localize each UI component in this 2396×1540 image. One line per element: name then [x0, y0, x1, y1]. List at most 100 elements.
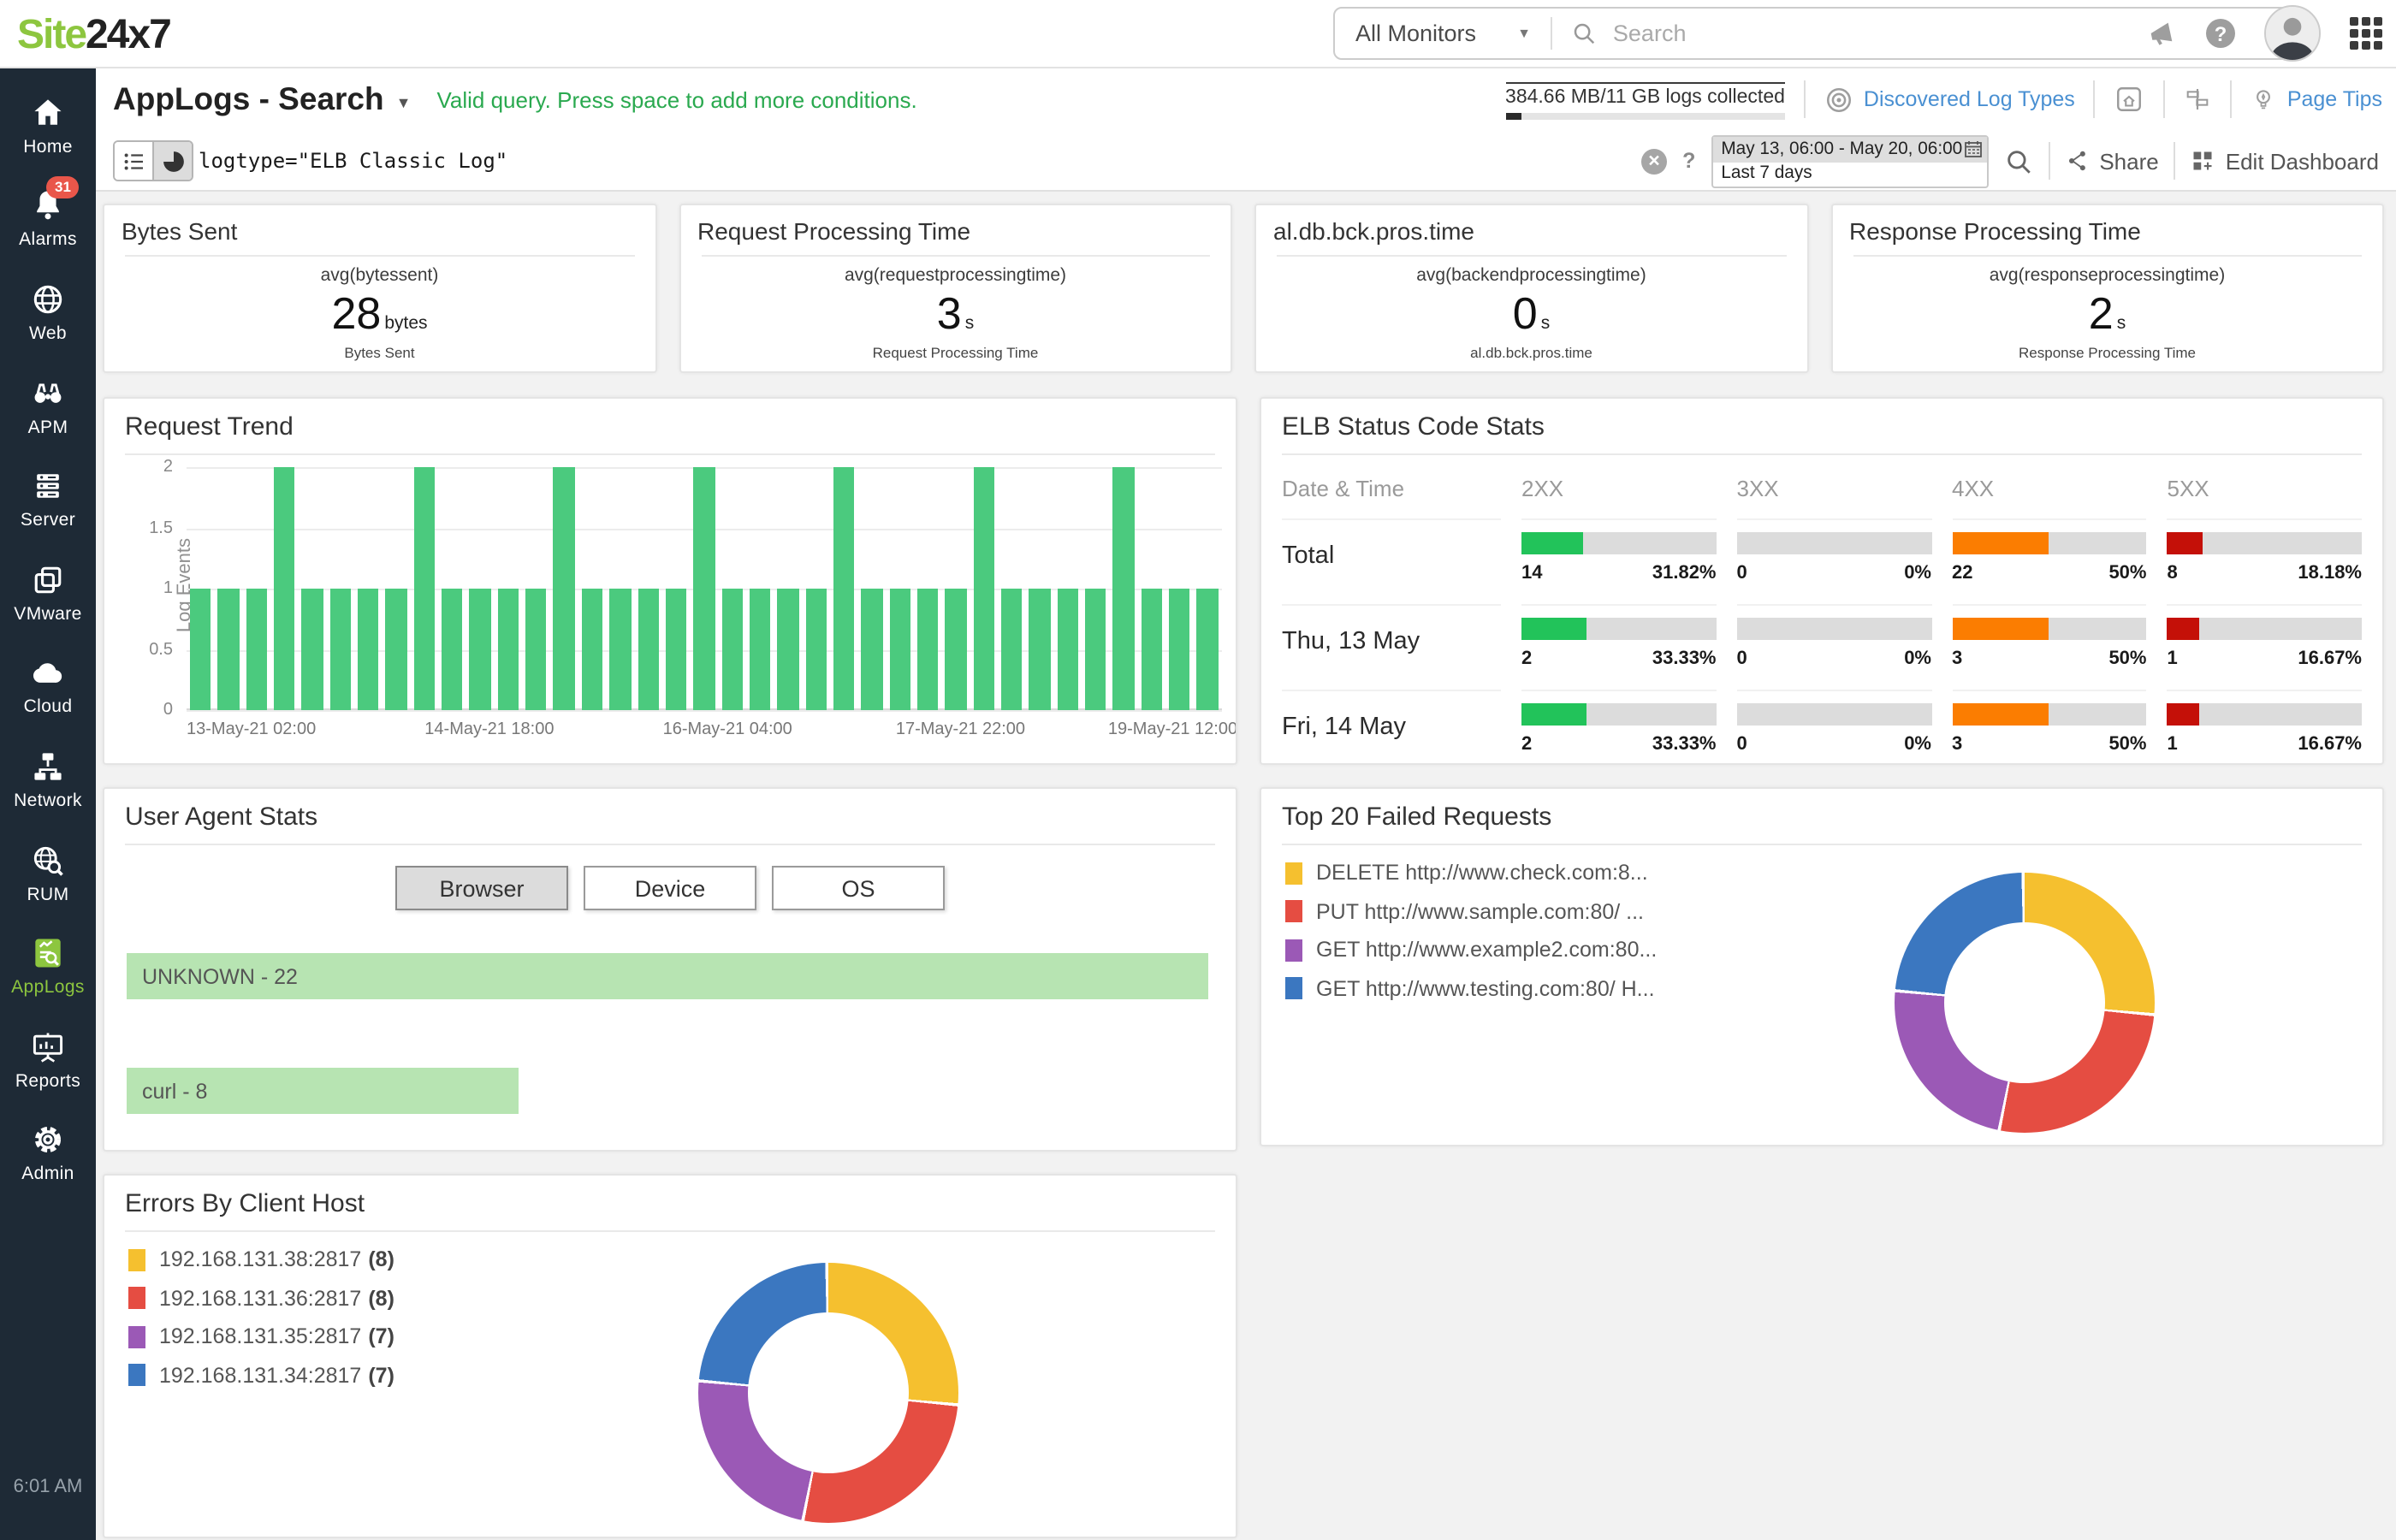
trend-bar[interactable] [358, 589, 379, 710]
trend-bar[interactable] [945, 589, 967, 710]
trend-bar[interactable] [1112, 467, 1135, 710]
trend-bar[interactable] [1000, 589, 1023, 710]
donut-chart[interactable] [1895, 873, 2155, 1133]
trend-bar[interactable] [553, 467, 575, 710]
widget-title: ELB Status Code Stats [1282, 412, 1545, 441]
trend-bar[interactable] [497, 589, 519, 710]
sidebar-item-server[interactable]: Server [0, 453, 96, 546]
search-input[interactable] [1609, 19, 2130, 48]
date-range-picker[interactable]: May 13, 06:00 - May 20, 06:00 Last 7 day… [1711, 134, 1989, 187]
query-input[interactable]: logtype="ELB Classic Log" [199, 132, 507, 190]
trend-bar[interactable] [581, 589, 603, 710]
trend-bar[interactable] [301, 589, 323, 710]
trend-bar[interactable] [749, 589, 771, 710]
trend-bar[interactable] [1169, 589, 1190, 710]
stat-metric-label: avg(responseprocessingtime) [1989, 265, 2226, 286]
status-count: 0 [1736, 734, 1747, 755]
log-usage[interactable]: 384.66 MB/11 GB logs collected [1505, 79, 1785, 120]
trend-bar[interactable] [274, 467, 295, 710]
trend-bar[interactable] [777, 589, 799, 710]
network-icon [29, 748, 67, 785]
page-title[interactable]: AppLogs - Search [113, 80, 384, 118]
divider [701, 255, 1210, 257]
share-button[interactable]: Share [2065, 148, 2159, 174]
legend-item[interactable]: 192.168.131.36:2817 (8) [128, 1286, 394, 1310]
sidebar-item-vmware[interactable]: VMware [0, 546, 96, 639]
avatar[interactable] [2264, 5, 2321, 62]
apps-grid-icon[interactable] [2350, 17, 2382, 50]
trend-bar[interactable] [973, 467, 994, 710]
clear-query-icon[interactable]: ✕ [1641, 148, 1668, 174]
trend-bar[interactable] [665, 589, 687, 710]
trend-bar[interactable] [442, 589, 463, 710]
trend-bar[interactable] [190, 589, 211, 710]
query-help-icon[interactable]: ? [1682, 149, 1695, 173]
default-dashboard-icon[interactable] [2114, 84, 2145, 115]
sidebar-item-alarms[interactable]: 31 Alarms [0, 172, 96, 265]
legend-item[interactable]: GET http://www.testing.com:80/ H... [1285, 976, 1657, 1000]
trend-bar[interactable] [833, 467, 855, 710]
divider [125, 844, 1215, 845]
trend-bar[interactable] [385, 589, 407, 710]
donut-chart[interactable] [698, 1263, 958, 1523]
monitor-filter-dropdown[interactable]: All Monitors ▼ [1335, 9, 1551, 58]
signpost-icon[interactable] [2185, 86, 2212, 113]
divider [1282, 844, 2362, 845]
user-agent-bar[interactable]: curl - 8 [127, 1068, 519, 1114]
trend-bar[interactable] [1085, 589, 1106, 710]
tab-device[interactable]: Device [584, 866, 756, 910]
trend-bar[interactable] [217, 589, 240, 710]
trend-bar[interactable] [413, 467, 436, 710]
sidebar-item-admin[interactable]: Admin [0, 1106, 96, 1199]
run-search-icon[interactable] [2003, 146, 2032, 175]
legend-item[interactable]: 192.168.131.35:2817 (7) [128, 1324, 394, 1348]
help-icon[interactable]: ? [2206, 19, 2235, 48]
sidebar-item-network[interactable]: Network [0, 732, 96, 826]
trend-bar[interactable] [693, 467, 715, 710]
trend-bar[interactable] [1196, 589, 1219, 710]
trend-bar[interactable] [1141, 589, 1163, 710]
divider [125, 255, 634, 257]
legend-item[interactable]: 192.168.131.34:2817 (7) [128, 1363, 394, 1387]
page-tips-link[interactable]: Page Tips [2251, 86, 2382, 112]
trend-bar[interactable] [1029, 589, 1051, 710]
trend-bar[interactable] [469, 589, 491, 710]
sidebar-item-reports[interactable]: Reports [0, 1013, 96, 1106]
trend-bar[interactable] [1057, 589, 1078, 710]
trend-bar[interactable] [525, 589, 547, 710]
trend-bar[interactable] [805, 589, 827, 710]
legend-item[interactable]: GET http://www.example2.com:80... [1285, 938, 1657, 962]
list-view-icon[interactable] [115, 142, 152, 180]
page-header: AppLogs - Search ▼ Valid query. Press sp… [96, 67, 2396, 133]
discovered-log-types-link[interactable]: Discovered Log Types [1824, 85, 2075, 114]
widget-title: Top 20 Failed Requests [1282, 803, 1552, 832]
trend-bar[interactable] [861, 589, 883, 710]
trend-bar[interactable] [609, 589, 631, 710]
sidebar-item-apm[interactable]: APM [0, 359, 96, 453]
user-agent-bar[interactable]: UNKNOWN - 22 [127, 953, 1208, 999]
sidebar-item-cloud[interactable]: Cloud [0, 639, 96, 732]
sidebar-item-web[interactable]: Web [0, 265, 96, 358]
site24x7-logo[interactable]: Site24x7 [17, 12, 172, 60]
chart-view-icon[interactable] [152, 142, 192, 180]
edit-dashboard-button[interactable]: Edit Dashboard [2191, 148, 2379, 174]
trend-bar[interactable] [889, 589, 910, 710]
trend-bar[interactable] [916, 589, 939, 710]
divider [1282, 453, 2362, 455]
tab-browser[interactable]: Browser [395, 866, 568, 910]
user-agent-tabs: Browser Device OS [104, 866, 1236, 910]
sidebar-item-rum[interactable]: RUM [0, 826, 96, 920]
legend-item[interactable]: 192.168.131.38:2817 (8) [128, 1247, 394, 1271]
trend-bar[interactable] [721, 589, 743, 710]
chevron-down-icon[interactable]: ▼ [396, 93, 412, 110]
tab-os[interactable]: OS [772, 866, 945, 910]
trend-bar[interactable] [638, 589, 659, 710]
sidebar-item-applogs[interactable]: AppLogs [0, 920, 96, 1013]
stat-card-3: al.db.bck.pros.time avg(backendprocessing… [1254, 204, 1808, 373]
trend-bar[interactable] [246, 589, 268, 710]
trend-bar[interactable] [329, 589, 352, 710]
legend-item[interactable]: PUT http://www.sample.com:80/ ... [1285, 899, 1657, 923]
legend-item[interactable]: DELETE http://www.check.com:8... [1285, 861, 1657, 885]
sidebar-item-home[interactable]: Home [0, 79, 96, 172]
announcements-icon[interactable] [2144, 17, 2177, 50]
